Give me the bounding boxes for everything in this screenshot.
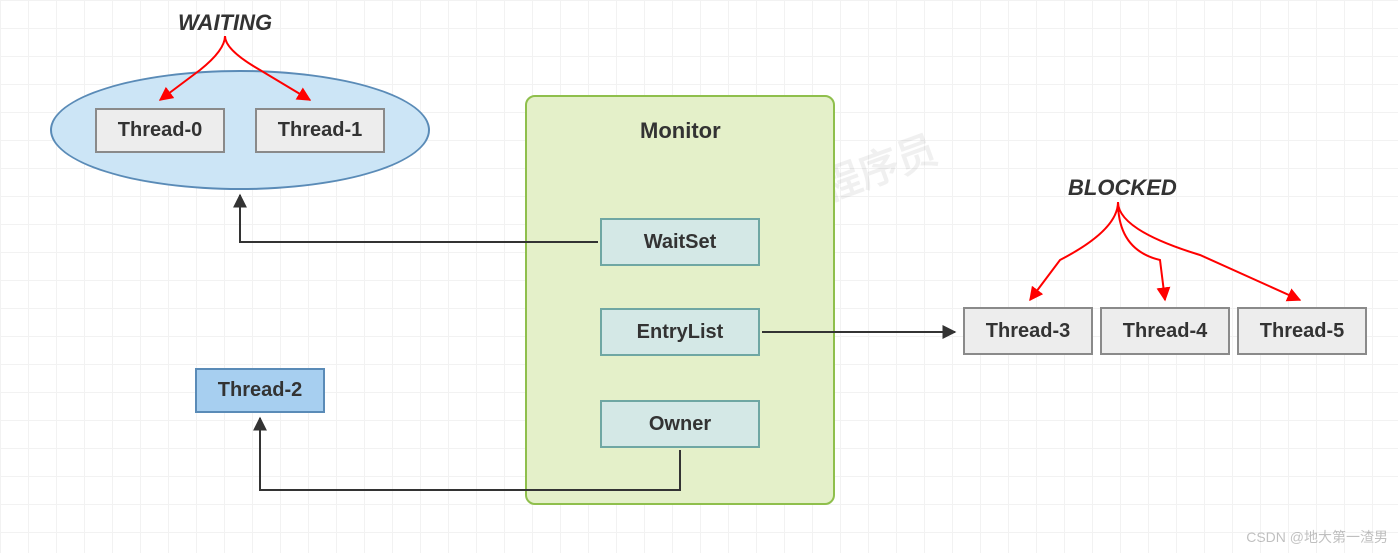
waitset-box: WaitSet [600,218,760,266]
blocked-label: BLOCKED [1068,175,1177,201]
thread-2-box: Thread-2 [195,368,325,413]
entrylist-box: EntryList [600,308,760,356]
arrow-blocked-thread4 [1118,202,1165,300]
thread-1-box: Thread-1 [255,108,385,153]
monitor-title: Monitor [640,118,721,144]
credit-text: CSDN @地大第一渣男 [1246,527,1388,547]
arrow-blocked-thread3 [1030,202,1118,300]
thread-4-box: Thread-4 [1100,307,1230,355]
thread-0-box: Thread-0 [95,108,225,153]
thread-5-box: Thread-5 [1237,307,1367,355]
arrow-blocked-thread5 [1118,202,1300,300]
waiting-label: WAITING [178,10,272,36]
owner-box: Owner [600,400,760,448]
thread-3-box: Thread-3 [963,307,1093,355]
